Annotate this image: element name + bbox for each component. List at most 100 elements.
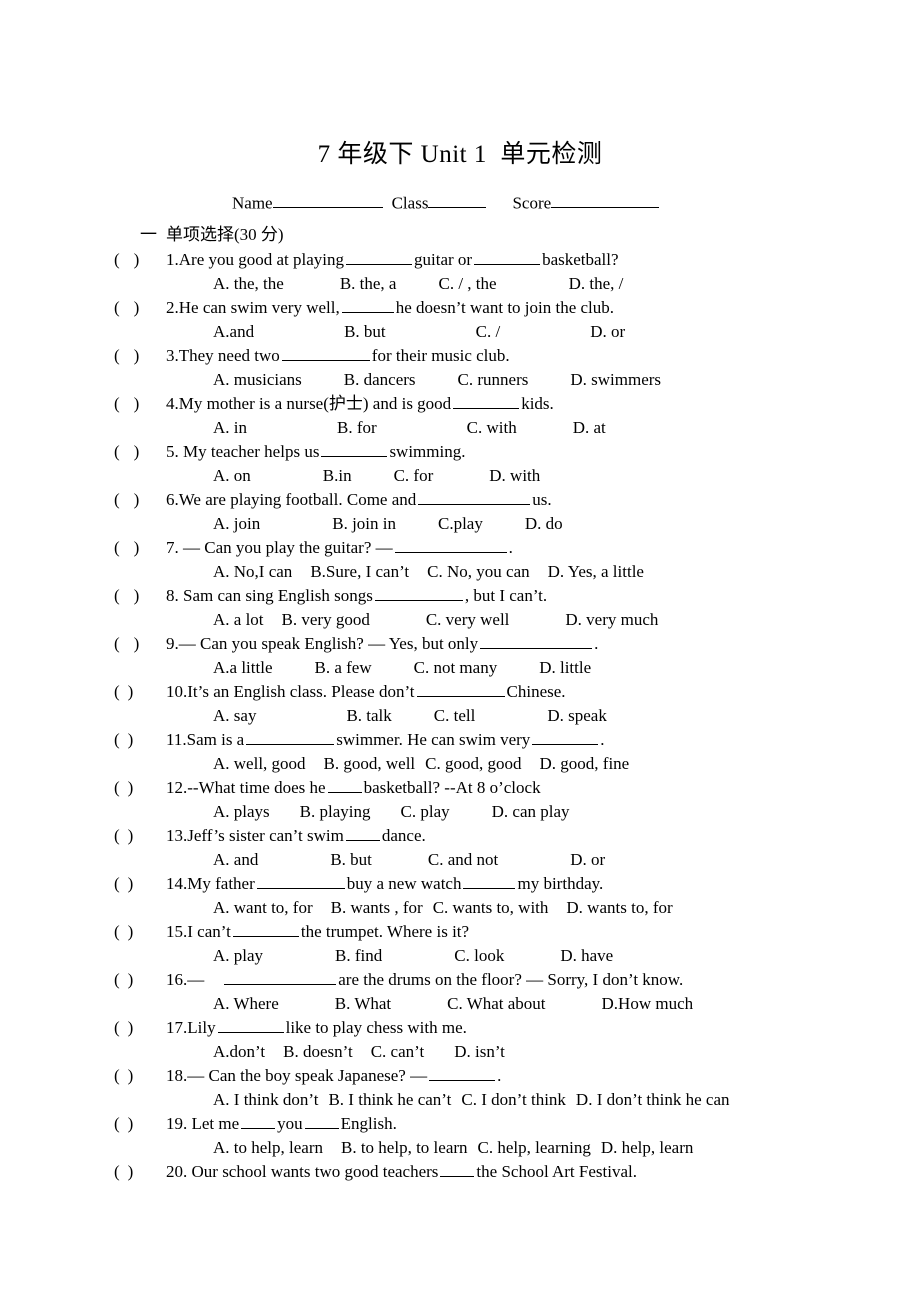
option-choice[interactable]: D. swimmers xyxy=(570,368,661,392)
option-choice[interactable]: D. wants to, for xyxy=(566,896,672,920)
option-choice[interactable]: C. not many xyxy=(414,656,498,680)
name-input-rule[interactable] xyxy=(272,192,383,209)
answer-blank-1[interactable] xyxy=(416,681,505,698)
answer-bracket[interactable]: () xyxy=(114,1112,148,1136)
answer-blank-1[interactable] xyxy=(418,489,531,506)
option-choice[interactable]: B. dancers xyxy=(344,368,416,392)
option-choice[interactable]: C. I don’t think xyxy=(461,1088,566,1112)
answer-bracket[interactable]: () xyxy=(114,488,148,512)
option-choice[interactable]: A. join xyxy=(213,512,260,536)
answer-bracket[interactable]: () xyxy=(114,728,148,752)
option-choice[interactable]: A.don’t xyxy=(213,1040,265,1064)
option-choice[interactable]: D. have xyxy=(560,944,613,968)
option-choice[interactable]: C. wants to, with xyxy=(433,896,549,920)
answer-blank-1[interactable] xyxy=(246,729,335,746)
option-choice[interactable]: B. good, well xyxy=(324,752,416,776)
answer-bracket[interactable]: () xyxy=(114,584,148,608)
option-choice[interactable]: D. do xyxy=(525,512,563,536)
option-choice[interactable]: D. help, learn xyxy=(601,1136,694,1160)
option-choice[interactable]: D. at xyxy=(573,416,606,440)
answer-bracket[interactable]: () xyxy=(114,440,148,464)
answer-blank-1[interactable] xyxy=(394,537,507,554)
answer-bracket[interactable]: () xyxy=(114,920,148,944)
option-choice[interactable]: B. I think he can’t xyxy=(328,1088,451,1112)
option-choice[interactable]: A. a lot xyxy=(213,608,264,632)
answer-bracket[interactable]: () xyxy=(114,536,148,560)
option-choice[interactable]: C. with xyxy=(467,416,517,440)
option-choice[interactable]: B. but xyxy=(330,848,372,872)
option-choice[interactable]: C. What about xyxy=(447,992,545,1016)
option-choice[interactable]: C. / , the xyxy=(438,272,496,296)
option-choice[interactable]: C. runners xyxy=(458,368,529,392)
option-choice[interactable]: C. No, you can xyxy=(427,560,529,584)
answer-bracket[interactable]: () xyxy=(114,344,148,368)
option-choice[interactable]: A. the, the xyxy=(213,272,284,296)
option-choice[interactable]: A. No,I can xyxy=(213,560,292,584)
answer-blank-1[interactable] xyxy=(224,969,337,986)
answer-bracket[interactable]: () xyxy=(114,1064,148,1088)
answer-blank-1[interactable] xyxy=(321,441,388,458)
option-choice[interactable]: D. with xyxy=(489,464,540,488)
option-choice[interactable]: B. talk xyxy=(346,704,391,728)
answer-blank-2[interactable] xyxy=(532,729,599,746)
option-choice[interactable]: A. I think don’t xyxy=(213,1088,318,1112)
answer-blank-1[interactable] xyxy=(480,633,593,650)
answer-blank-1[interactable] xyxy=(232,921,299,938)
answer-blank-1[interactable] xyxy=(241,1113,276,1130)
option-choice[interactable]: B. to help, to learn xyxy=(341,1136,468,1160)
answer-bracket[interactable]: () xyxy=(114,776,148,800)
option-choice[interactable]: C. tell xyxy=(434,704,476,728)
option-choice[interactable]: B. wants , for xyxy=(331,896,423,920)
class-input-rule[interactable] xyxy=(428,192,487,209)
answer-blank-1[interactable] xyxy=(453,393,520,410)
option-choice[interactable]: D. isn’t xyxy=(454,1040,505,1064)
option-choice[interactable]: D. or xyxy=(570,848,605,872)
answer-bracket[interactable]: () xyxy=(114,968,148,992)
option-choice[interactable]: C. play xyxy=(401,800,450,824)
answer-blank-1[interactable] xyxy=(429,1065,496,1082)
answer-blank-1[interactable] xyxy=(345,825,380,842)
option-choice[interactable]: C. help, learning xyxy=(478,1136,591,1160)
option-choice[interactable]: D.How much xyxy=(602,992,694,1016)
option-choice[interactable]: C. and not xyxy=(428,848,498,872)
answer-blank-1[interactable] xyxy=(341,297,394,314)
option-choice[interactable]: A. well, good xyxy=(213,752,306,776)
option-choice[interactable]: C. good, good xyxy=(425,752,521,776)
answer-bracket[interactable]: () xyxy=(114,1160,148,1184)
score-input-rule[interactable] xyxy=(551,192,660,209)
option-choice[interactable]: A. in xyxy=(213,416,247,440)
option-choice[interactable]: A. want to, for xyxy=(213,896,313,920)
option-choice[interactable]: B. join in xyxy=(332,512,396,536)
answer-blank-2[interactable] xyxy=(304,1113,339,1130)
answer-blank-2[interactable] xyxy=(474,249,541,266)
answer-blank-1[interactable] xyxy=(327,777,362,794)
option-choice[interactable]: D. the, / xyxy=(569,272,624,296)
answer-bracket[interactable]: () xyxy=(114,680,148,704)
option-choice[interactable]: D. very much xyxy=(565,608,658,632)
option-choice[interactable]: B. a few xyxy=(314,656,371,680)
answer-blank-1[interactable] xyxy=(374,585,463,602)
answer-blank-1[interactable] xyxy=(281,345,370,362)
answer-bracket[interactable]: () xyxy=(114,296,148,320)
answer-bracket[interactable]: () xyxy=(114,824,148,848)
option-choice[interactable]: A. on xyxy=(213,464,251,488)
answer-bracket[interactable]: () xyxy=(114,632,148,656)
option-choice[interactable]: B. the, a xyxy=(340,272,397,296)
answer-blank-1[interactable] xyxy=(256,873,345,890)
option-choice[interactable]: C. can’t xyxy=(371,1040,425,1064)
option-choice[interactable]: D. Yes, a little xyxy=(548,560,644,584)
answer-blank-1[interactable] xyxy=(217,1017,284,1034)
answer-bracket[interactable]: () xyxy=(114,872,148,896)
option-choice[interactable]: B. very good xyxy=(282,608,370,632)
option-choice[interactable]: C.play xyxy=(438,512,483,536)
option-choice[interactable]: A.a little xyxy=(213,656,272,680)
option-choice[interactable]: D. little xyxy=(539,656,591,680)
option-choice[interactable]: D. or xyxy=(590,320,625,344)
option-choice[interactable]: A. plays xyxy=(213,800,270,824)
answer-blank-1[interactable] xyxy=(440,1161,475,1178)
option-choice[interactable]: D. can play xyxy=(492,800,570,824)
option-choice[interactable]: D. good, fine xyxy=(540,752,630,776)
option-choice[interactable]: B.Sure, I can’t xyxy=(310,560,409,584)
option-choice[interactable]: D. speak xyxy=(547,704,606,728)
answer-blank-2[interactable] xyxy=(463,873,516,890)
